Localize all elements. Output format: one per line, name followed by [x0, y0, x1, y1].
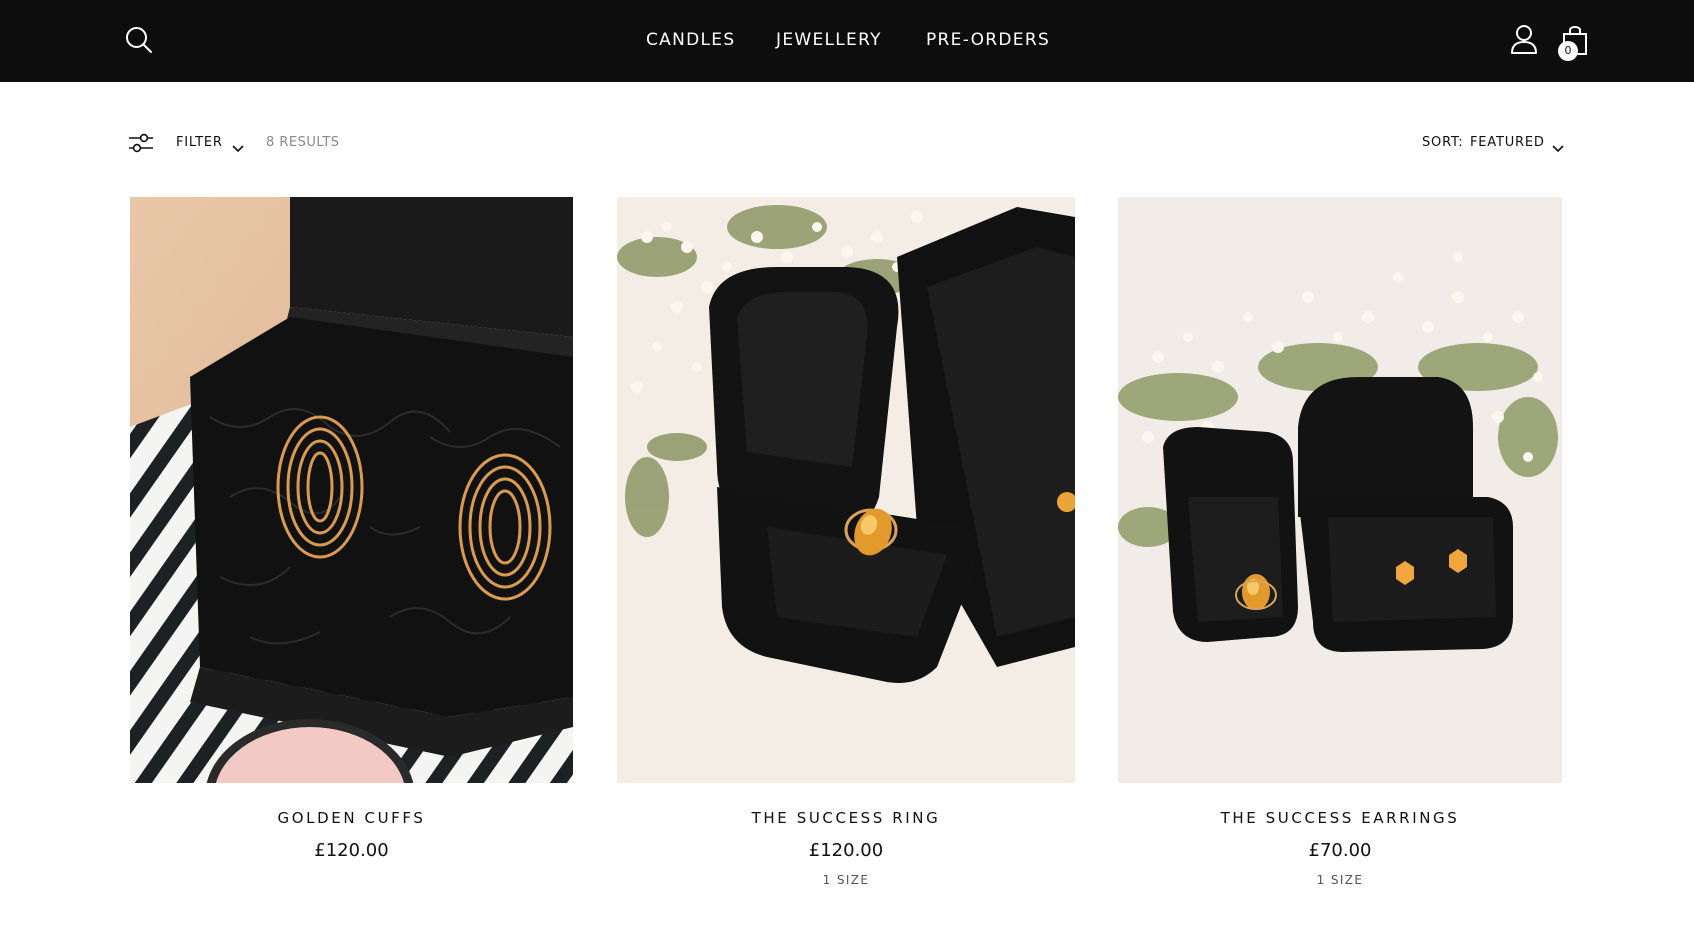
chevron-down-icon[interactable]: [1552, 138, 1564, 153]
product-price: £120.00: [314, 840, 389, 861]
cart-count-badge: 0: [1558, 41, 1578, 61]
product-size: 1 SIZE: [1316, 873, 1364, 887]
product-name[interactable]: THE SUCCESS RING: [617, 809, 1075, 827]
product-name[interactable]: GOLDEN CUFFS: [130, 809, 573, 827]
product-price: £70.00: [1308, 840, 1372, 861]
nav-candles[interactable]: CANDLES: [646, 28, 735, 52]
product-price: £120.00: [808, 840, 884, 861]
filter-sliders-icon[interactable]: [128, 132, 154, 154]
product-size: 1 SIZE: [822, 873, 870, 887]
product-image[interactable]: [617, 197, 1075, 783]
sort-label: SORT:: [1422, 135, 1464, 150]
sort-select[interactable]: FEATURED: [1470, 135, 1545, 150]
search-icon[interactable]: [124, 25, 154, 55]
product-image[interactable]: [130, 197, 573, 783]
collection-toolbar: FILTER 8 RESULTS SORT: FEATURED: [0, 126, 1694, 160]
nav-pre-orders[interactable]: PRE-ORDERS: [926, 28, 1050, 52]
site-header: CANDLES JEWELLERY PRE-ORDERS 0: [0, 0, 1694, 82]
product-name[interactable]: THE SUCCESS EARRINGS: [1118, 809, 1562, 827]
filter-button[interactable]: FILTER: [176, 135, 223, 150]
chevron-down-icon[interactable]: [232, 138, 244, 153]
results-count: 8 RESULTS: [266, 135, 340, 150]
product-image[interactable]: [1118, 197, 1562, 783]
main-nav: CANDLES JEWELLERY PRE-ORDERS: [0, 0, 1694, 82]
account-icon[interactable]: [1510, 24, 1538, 54]
nav-jewellery[interactable]: JEWELLERY: [776, 28, 882, 52]
